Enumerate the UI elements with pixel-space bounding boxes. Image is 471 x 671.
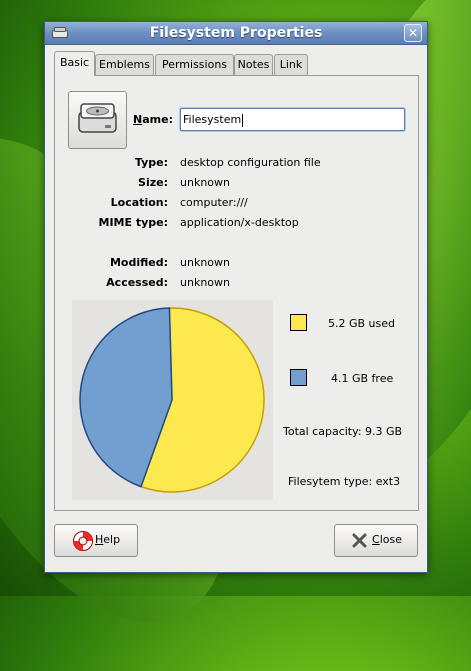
mime-type-label: MIME type: <box>98 216 169 229</box>
tab-notes[interactable]: Notes <box>234 54 273 75</box>
type-label: Type: <box>134 156 168 169</box>
usage-chart-area <box>72 300 273 500</box>
close-window-icon[interactable]: ✕ <box>404 24 422 42</box>
accessed-label: Accessed: <box>106 276 168 289</box>
free-swatch <box>290 369 307 386</box>
modified-label: Modified: <box>109 256 168 269</box>
tab-emblems[interactable]: Emblems <box>95 54 154 75</box>
window-title: Filesystem Properties <box>149 25 323 41</box>
close-button[interactable]: Close <box>334 524 418 557</box>
used-swatch <box>290 314 307 331</box>
tab-basic[interactable]: Basic <box>54 51 95 76</box>
filesystem-type: Filesytem type: ext3 <box>288 475 401 488</box>
accessed-value: unknown <box>180 276 230 289</box>
name-field[interactable]: Filesystem <box>180 108 405 131</box>
mime-type-value: application/x-desktop <box>180 216 299 229</box>
size-value: unknown <box>180 176 230 189</box>
help-button[interactable]: Help <box>54 524 138 557</box>
free-legend: 4.1 GB free <box>331 372 394 385</box>
location-label: Location: <box>110 196 168 209</box>
icon-button[interactable] <box>68 91 127 149</box>
name-label: Name: <box>133 113 173 126</box>
title-bar[interactable]: Filesystem Properties ✕ <box>45 22 427 45</box>
lifebuoy-icon <box>73 531 93 551</box>
tab-link[interactable]: Link <box>274 54 308 75</box>
harddisk-icon <box>78 103 117 133</box>
close-label: Close <box>372 533 402 546</box>
location-value: computer:/// <box>180 196 248 209</box>
close-icon <box>352 533 367 548</box>
usage-pie-chart <box>79 307 265 493</box>
type-value: desktop configuration file <box>180 156 321 169</box>
tab-permissions[interactable]: Permissions <box>155 54 234 75</box>
total-capacity: Total capacity: 9.3 GB <box>283 425 403 438</box>
help-label: Help <box>95 533 121 546</box>
used-legend: 5.2 GB used <box>328 317 396 330</box>
modified-value: unknown <box>180 256 230 269</box>
size-label: Size: <box>138 176 168 189</box>
basic-panel: Name: Filesystem Type: desktop configura… <box>54 75 419 511</box>
properties-dialog: Filesystem Properties ✕ Basic Emblems Pe… <box>44 21 428 573</box>
